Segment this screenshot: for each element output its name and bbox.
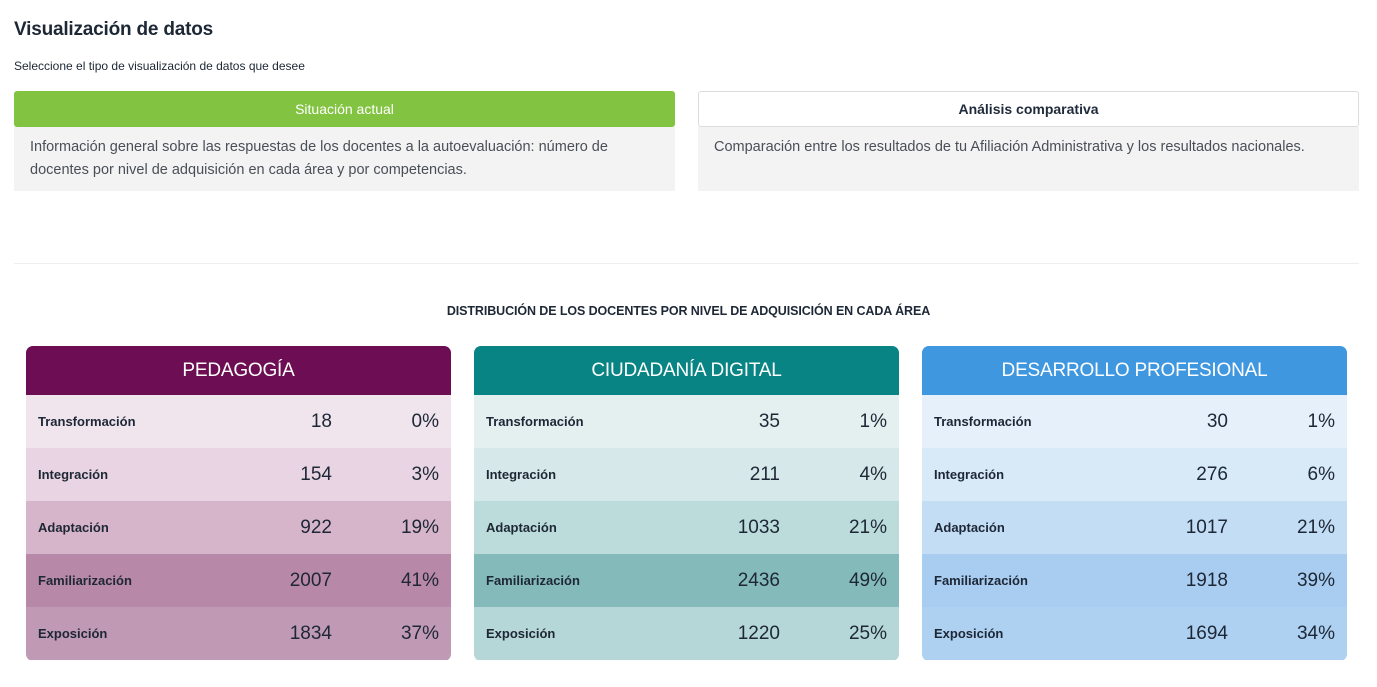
level-percentage: 1% bbox=[1307, 410, 1335, 432]
option-comparative-analysis: Análisis comparativa Comparación entre l… bbox=[698, 91, 1359, 191]
level-percentage: 1% bbox=[859, 410, 887, 432]
table-row: Adaptación 1033 21% bbox=[474, 501, 899, 554]
current-situation-button[interactable]: Situación actual bbox=[14, 91, 675, 127]
level-percentage: 39% bbox=[1296, 569, 1335, 591]
level-label: Exposición bbox=[934, 626, 1004, 641]
current-situation-description: Información general sobre las respuestas… bbox=[14, 127, 675, 191]
area-card-header: PEDAGOGÍA bbox=[26, 346, 451, 395]
option-current-situation: Situación actual Información general sob… bbox=[14, 91, 675, 191]
area-card-desarrollo-profesional: DESARROLLO PROFESIONAL Transformación 30… bbox=[922, 346, 1347, 661]
level-count: 276 bbox=[1196, 463, 1228, 485]
table-row: Transformación 30 1% bbox=[922, 395, 1347, 448]
level-percentage: 41% bbox=[400, 569, 439, 591]
area-card-header: DESARROLLO PROFESIONAL bbox=[922, 346, 1347, 395]
table-row: Adaptación 922 19% bbox=[26, 501, 451, 554]
table-row: Familiarización 2436 49% bbox=[474, 554, 899, 607]
level-count: 18 bbox=[310, 410, 332, 432]
level-label: Familiarización bbox=[934, 573, 1028, 588]
level-count: 211 bbox=[749, 463, 780, 485]
level-label: Exposición bbox=[486, 626, 556, 641]
level-label: Familiarización bbox=[486, 573, 580, 588]
level-percentage: 6% bbox=[1307, 463, 1335, 485]
level-percentage: 49% bbox=[848, 569, 887, 591]
level-label: Adaptación bbox=[486, 520, 557, 535]
table-row: Transformación 18 0% bbox=[26, 395, 451, 448]
level-label: Transformación bbox=[38, 414, 136, 429]
comparative-analysis-description: Comparación entre los resultados de tu A… bbox=[698, 127, 1359, 191]
level-count: 30 bbox=[1206, 410, 1228, 432]
level-count: 154 bbox=[300, 463, 332, 485]
level-label: Familiarización bbox=[38, 573, 132, 588]
comparative-analysis-button[interactable]: Análisis comparativa bbox=[698, 91, 1359, 127]
table-row: Integración 211 4% bbox=[474, 448, 899, 501]
level-count: 1918 bbox=[1185, 569, 1228, 591]
level-label: Exposición bbox=[38, 626, 108, 641]
level-percentage: 4% bbox=[859, 463, 887, 485]
level-count: 1033 bbox=[737, 516, 780, 538]
level-count: 1834 bbox=[289, 622, 332, 644]
level-count: 2436 bbox=[737, 569, 780, 591]
table-row: Exposición 1220 25% bbox=[474, 607, 899, 660]
table-row: Adaptación 1017 21% bbox=[922, 501, 1347, 554]
level-percentage: 21% bbox=[1296, 516, 1335, 538]
table-row: Integración 154 3% bbox=[26, 448, 451, 501]
level-label: Transformación bbox=[934, 414, 1032, 429]
level-count: 35 bbox=[758, 410, 780, 432]
area-card-ciudadania-digital: CIUDADANÍA DIGITAL Transformación 35 1% … bbox=[474, 346, 899, 661]
level-count: 1017 bbox=[1185, 516, 1228, 538]
level-percentage: 21% bbox=[848, 516, 887, 538]
table-row: Familiarización 1918 39% bbox=[922, 554, 1347, 607]
table-row: Exposición 1694 34% bbox=[922, 607, 1347, 660]
level-label: Integración bbox=[934, 467, 1005, 482]
level-count: 1694 bbox=[1185, 622, 1228, 644]
level-label: Adaptación bbox=[38, 520, 109, 535]
level-label: Integración bbox=[486, 467, 557, 482]
level-percentage: 25% bbox=[848, 622, 887, 644]
divider bbox=[14, 263, 1359, 264]
level-percentage: 37% bbox=[400, 622, 439, 644]
section-title: DISTRIBUCIÓN DE LOS DOCENTES POR NIVEL D… bbox=[446, 304, 931, 318]
table-row: Exposición 1834 37% bbox=[26, 607, 451, 660]
level-percentage: 3% bbox=[411, 463, 439, 485]
level-percentage: 19% bbox=[400, 516, 439, 538]
level-label: Transformación bbox=[486, 414, 584, 429]
level-count: 922 bbox=[300, 516, 332, 538]
table-row: Integración 276 6% bbox=[922, 448, 1347, 501]
table-row: Transformación 35 1% bbox=[474, 395, 899, 448]
level-label: Integración bbox=[38, 467, 109, 482]
level-label: Adaptación bbox=[934, 520, 1005, 535]
level-percentage: 34% bbox=[1296, 622, 1335, 644]
area-card-pedagogia: PEDAGOGÍA Transformación 18 0% Integraci… bbox=[26, 346, 451, 661]
level-count: 1220 bbox=[737, 622, 780, 644]
level-count: 2007 bbox=[289, 569, 332, 591]
page-title: Visualización de datos bbox=[14, 19, 214, 40]
page-subtitle: Seleccione el tipo de visualización de d… bbox=[14, 59, 305, 73]
area-card-header: CIUDADANÍA DIGITAL bbox=[474, 346, 899, 395]
level-percentage: 0% bbox=[411, 410, 439, 432]
table-row: Familiarización 2007 41% bbox=[26, 554, 451, 607]
